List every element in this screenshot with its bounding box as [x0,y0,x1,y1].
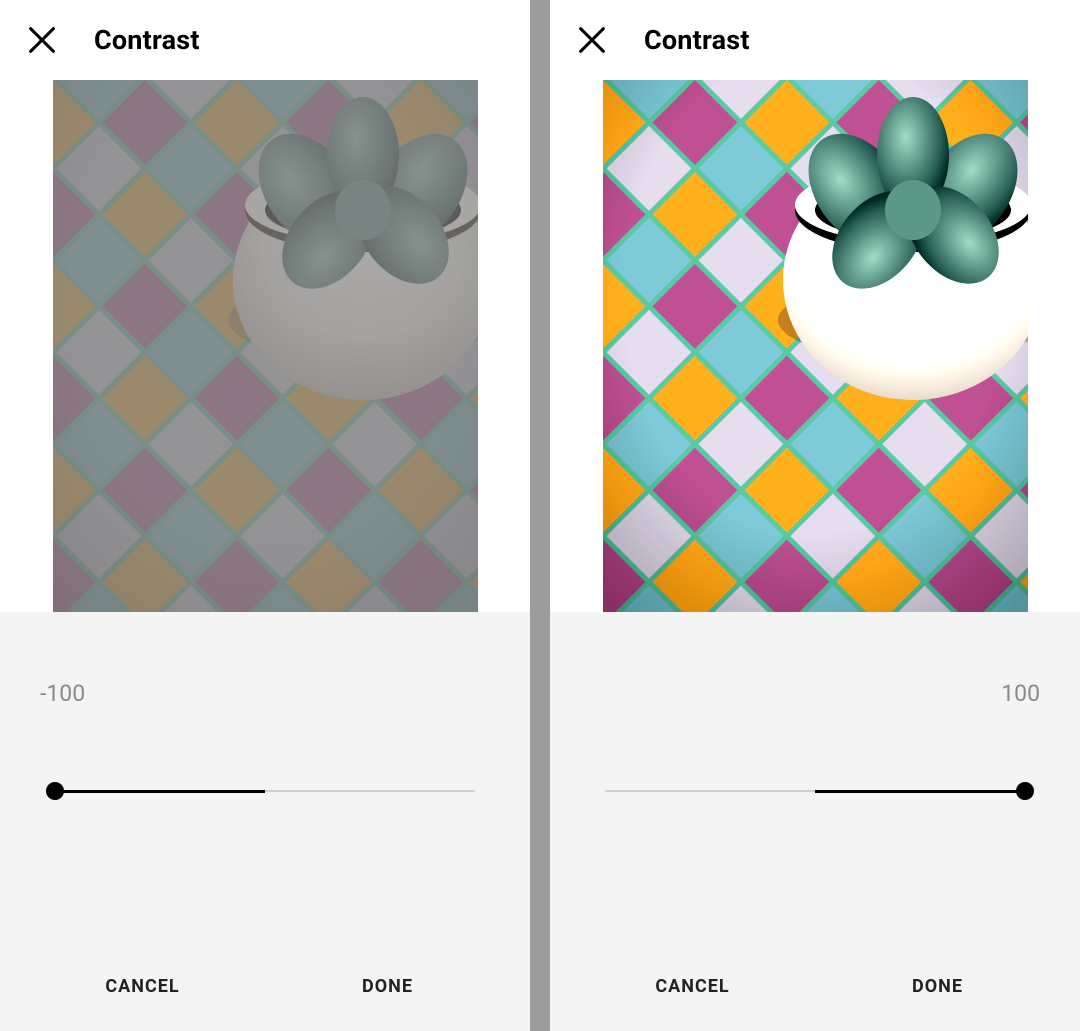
slider-value: -100 [40,680,85,707]
editor-panel-left: Contrast [0,0,530,1031]
close-icon [25,23,59,57]
photo-preview [603,80,1028,612]
done-button[interactable]: DONE [290,976,486,997]
photo-svg [603,80,1028,612]
slider-track [55,790,475,792]
screen-title: Contrast [644,24,750,56]
header: Contrast [0,0,530,80]
value-row: -100 [0,612,530,732]
editor-panel-right: Contrast [550,0,1080,1031]
cancel-button[interactable]: CANCEL [45,976,241,997]
slider-thumb[interactable] [46,782,64,800]
done-button[interactable]: DONE [840,976,1036,997]
header: Contrast [550,0,1080,80]
photo-svg [53,80,478,612]
contrast-slider[interactable] [0,732,530,852]
slider-track-active [55,790,265,793]
cancel-button[interactable]: CANCEL [595,976,791,997]
footer: CANCEL DONE [550,941,1080,1031]
screen-title: Contrast [94,24,200,56]
image-preview-area [0,80,530,612]
contrast-slider[interactable] [550,732,1080,852]
controls-area: -100 CANCEL DONE [0,612,530,1031]
footer: CANCEL DONE [0,941,530,1031]
photo-preview [53,80,478,612]
slider-value: 100 [1001,680,1040,707]
slider-track [605,790,1025,792]
controls-area: 100 CANCEL DONE [550,612,1080,1031]
value-row: 100 [550,612,1080,732]
slider-thumb[interactable] [1016,782,1034,800]
image-preview-area [550,80,1080,612]
slider-track-active [815,790,1025,793]
close-button[interactable] [570,18,614,62]
close-button[interactable] [20,18,64,62]
close-icon [575,23,609,57]
